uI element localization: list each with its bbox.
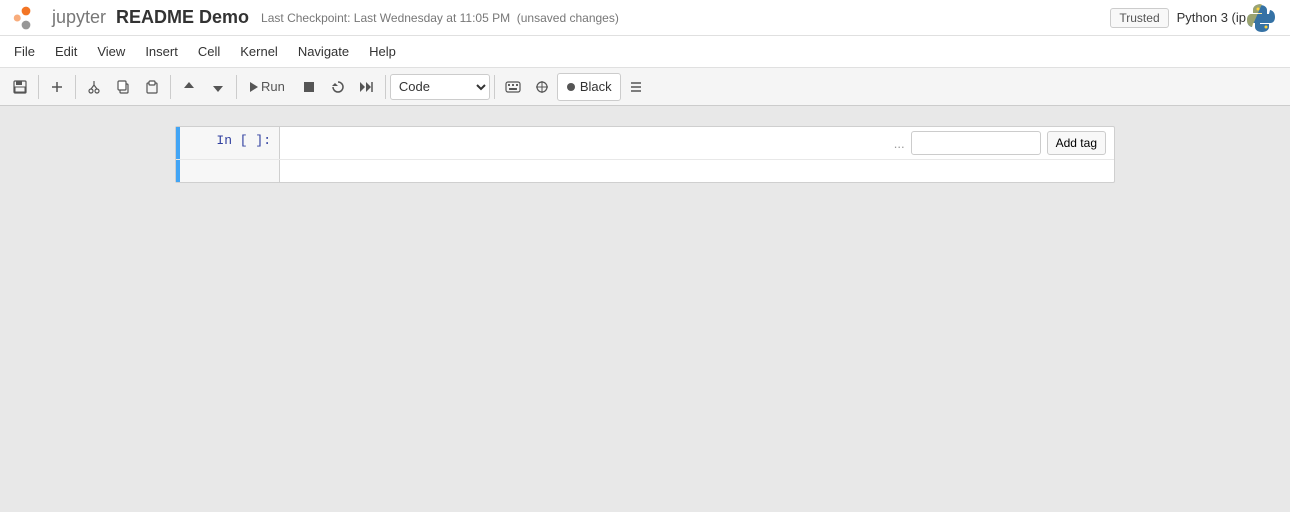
move-down-icon <box>211 80 225 94</box>
cell-input-area[interactable] <box>280 127 886 159</box>
menubar: File Edit View Insert Cell Kernel Naviga… <box>0 36 1290 68</box>
menu-cell[interactable]: Cell <box>188 42 230 61</box>
move-up-icon <box>182 80 196 94</box>
cut-button[interactable] <box>80 73 108 101</box>
add-above-icon <box>50 80 64 94</box>
cell-tags-area: ... Add tag <box>886 127 1114 159</box>
stop-icon <box>304 82 314 92</box>
menu-navigate[interactable]: Navigate <box>288 42 359 61</box>
output-prompt <box>180 160 280 182</box>
fast-forward-button[interactable] <box>353 73 381 101</box>
restart-button[interactable] <box>324 73 352 101</box>
stop-button[interactable] <box>295 73 323 101</box>
cell-wrapper: In [ ]: ... Add tag <box>175 126 1115 183</box>
trusted-badge: Trusted <box>1110 8 1168 28</box>
list-icon <box>629 81 643 93</box>
cell-output-row <box>176 160 1114 182</box>
black-button[interactable]: Black <box>557 73 621 101</box>
run-label: Run <box>261 79 285 94</box>
cell-prompt: In [ ]: <box>180 127 280 159</box>
toolbar-sep-4 <box>236 75 237 99</box>
toolbar-sep-3 <box>170 75 171 99</box>
menu-edit[interactable]: Edit <box>45 42 87 61</box>
copy-button[interactable] <box>109 73 137 101</box>
python-logo-icon <box>1246 2 1278 34</box>
kernel-info: Python 3 (ip <box>1177 10 1246 25</box>
menu-help[interactable]: Help <box>359 42 406 61</box>
black-label: Black <box>580 79 612 94</box>
keyboard-shortcut-button[interactable] <box>499 73 527 101</box>
toolbar-sep-5 <box>385 75 386 99</box>
toolbar: Run Code Markdown Raw NBConvert Heading <box>0 68 1290 106</box>
run-triangle-icon <box>250 82 258 92</box>
cell-input-row: In [ ]: ... Add tag <box>176 127 1114 160</box>
menu-insert[interactable]: Insert <box>135 42 188 61</box>
black-circle-icon <box>566 82 576 92</box>
copy-icon <box>116 80 130 94</box>
save-icon <box>13 80 27 94</box>
tag-input[interactable] <box>911 131 1041 155</box>
jupyter-logo-icon <box>12 4 40 32</box>
restart-icon <box>331 80 345 94</box>
move-up-button[interactable] <box>175 73 203 101</box>
titlebar: jupyter README Demo Last Checkpoint: Las… <box>0 0 1290 36</box>
cell-ellipsis[interactable]: ... <box>894 136 905 151</box>
move-down-button[interactable] <box>204 73 232 101</box>
checkpoint-info: Last Checkpoint: Last Wednesday at 11:05… <box>261 11 619 25</box>
toolbar-sep-2 <box>75 75 76 99</box>
add-tag-button[interactable]: Add tag <box>1047 131 1106 155</box>
cell-input[interactable] <box>286 131 880 153</box>
toolbar-sep-1 <box>38 75 39 99</box>
save-button[interactable] <box>6 73 34 101</box>
menu-file[interactable]: File <box>4 42 45 61</box>
cell-type-select[interactable]: Code Markdown Raw NBConvert Heading <box>390 74 490 100</box>
paste-icon <box>145 80 159 94</box>
menu-kernel[interactable]: Kernel <box>230 42 288 61</box>
crosshair-icon <box>535 80 549 94</box>
run-button[interactable]: Run <box>241 73 294 101</box>
menu-view[interactable]: View <box>87 42 135 61</box>
paste-button[interactable] <box>138 73 166 101</box>
add-cell-above-button[interactable] <box>43 73 71 101</box>
notebook-container: In [ ]: ... Add tag <box>95 126 1195 183</box>
output-area <box>280 160 1114 182</box>
app-name: jupyter <box>52 7 106 28</box>
keyboard-icon <box>505 81 521 93</box>
notebook-area: In [ ]: ... Add tag <box>0 106 1290 506</box>
jupyter-logo <box>12 4 44 32</box>
cell-toolbar-button[interactable] <box>528 73 556 101</box>
tag-toggle-button[interactable] <box>622 73 650 101</box>
toolbar-sep-6 <box>494 75 495 99</box>
notebook-name[interactable]: README Demo <box>116 7 249 28</box>
fast-forward-icon <box>359 80 375 94</box>
cut-icon <box>87 80 101 94</box>
